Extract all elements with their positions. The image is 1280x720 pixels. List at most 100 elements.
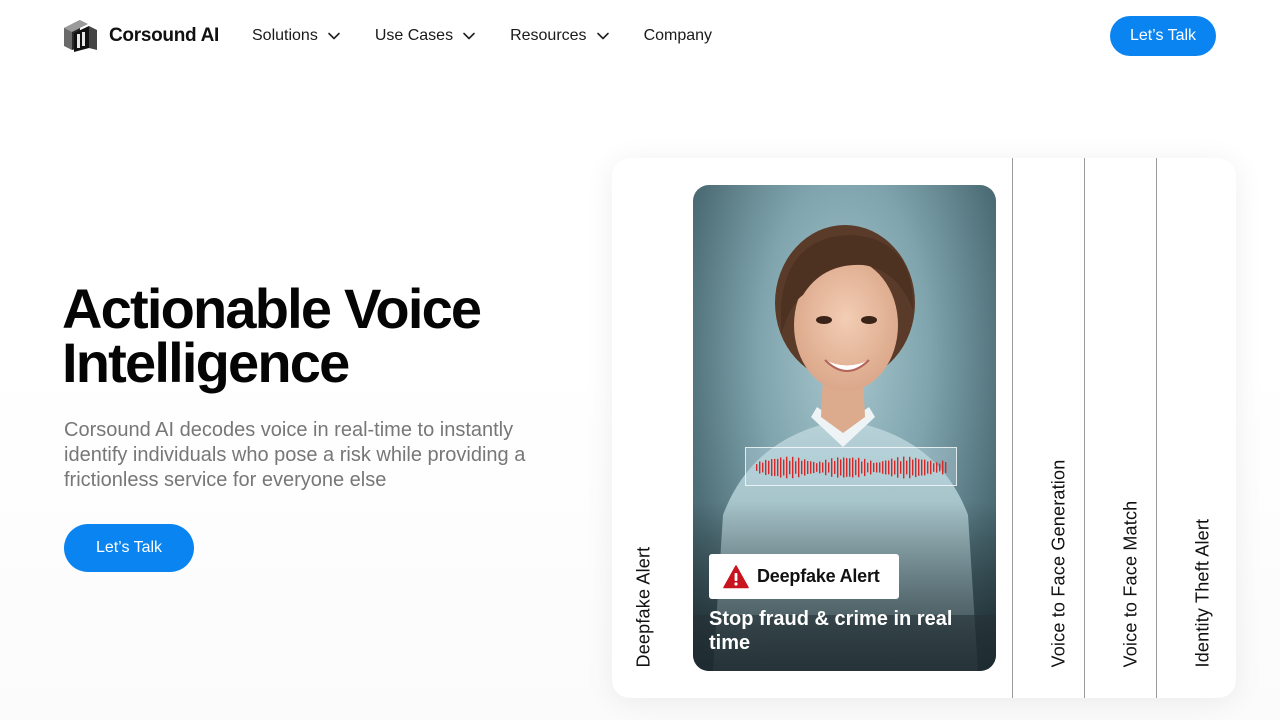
waveform-bar <box>840 459 842 476</box>
waveform-bar <box>906 460 908 475</box>
waveform-bar <box>825 459 827 476</box>
waveform-bar <box>921 459 923 476</box>
waveform-bar <box>756 464 758 471</box>
waveform-bar <box>846 458 848 477</box>
brand-logo[interactable]: Corsound AI <box>64 20 219 52</box>
deepfake-alert-badge: Deepfake Alert <box>709 554 899 599</box>
waveform-bar <box>768 460 770 475</box>
nav-label: Use Cases <box>374 27 454 44</box>
chevron-down-icon <box>463 32 475 40</box>
main-nav: Solutions Use Cases Resources Company <box>252 24 745 48</box>
tab-voice-to-face-generation[interactable]: Voice to Face Generation <box>1012 158 1084 698</box>
waveform-bar <box>780 457 782 478</box>
nav-item-company[interactable]: Company <box>644 27 712 45</box>
waveform-bar <box>900 461 902 474</box>
waveform-bar <box>807 461 809 474</box>
lets-talk-hero-button[interactable]: Let’s Talk <box>64 524 194 572</box>
tab-label: Deepfake Alert <box>633 546 654 668</box>
brand-name: Corsound AI <box>109 25 219 46</box>
waveform-bar <box>864 458 866 477</box>
tab-label: Voice to Face Match <box>1120 500 1140 668</box>
waveform-bar <box>792 456 794 479</box>
waveform-bar <box>936 462 938 473</box>
waveform-bar <box>915 457 917 478</box>
waveform-bar <box>882 461 884 474</box>
waveform-bar <box>786 456 788 479</box>
chevron-down-icon <box>328 32 340 40</box>
waveform-bar <box>867 462 869 473</box>
waveform-bar <box>885 460 887 475</box>
waveform-bar <box>897 457 899 478</box>
waveform-bar <box>822 462 824 473</box>
waveform-bar <box>762 462 764 473</box>
warning-triangle-icon <box>723 564 749 588</box>
waveform-bar <box>852 457 854 478</box>
alert-badge-label: Deepfake Alert <box>757 566 880 586</box>
site-header: Corsound AI Solutions Use Cases Resource… <box>0 0 1280 72</box>
tab-deepfake-alert[interactable]: Deepfake Alert <box>612 158 684 698</box>
waveform-bar <box>849 458 851 477</box>
waveform-icon <box>756 456 947 479</box>
hero-title: Actionable Voice Intelligence <box>62 281 582 391</box>
waveform-bar <box>939 463 941 472</box>
waveform-bar <box>765 459 767 476</box>
waveform-bar <box>843 457 845 478</box>
waveform-bar <box>933 463 935 472</box>
waveform-bar <box>777 458 779 477</box>
nav-label: Resources <box>510 27 587 44</box>
tab-label: Voice to Face Generation <box>1048 459 1068 668</box>
tab-voice-to-face-match[interactable]: Voice to Face Match <box>1084 158 1156 698</box>
waveform-bar <box>801 460 803 475</box>
waveform-bar <box>912 459 914 476</box>
voice-waveform <box>745 447 957 486</box>
tab-label: Identity Theft Alert <box>1192 518 1212 668</box>
waveform-bar <box>924 459 926 476</box>
waveform-bar <box>945 462 947 473</box>
waveform-bar <box>858 457 860 478</box>
waveform-bar <box>810 461 812 474</box>
waveform-bar <box>771 459 773 476</box>
waveform-bar <box>789 460 791 475</box>
waveform-bar <box>888 460 890 475</box>
waveform-bar <box>819 461 821 474</box>
waveform-bar <box>831 458 833 477</box>
corsound-logo-icon <box>64 20 97 52</box>
nav-item-use-cases[interactable]: Use Cases <box>375 27 477 45</box>
waveform-bar <box>813 461 815 474</box>
waveform-bar <box>891 458 893 477</box>
hero-subtitle: Corsound AI decodes voice in real-time t… <box>64 419 526 491</box>
waveform-bar <box>927 461 929 474</box>
waveform-bar <box>873 462 875 473</box>
tab-identity-theft-alert[interactable]: Identity Theft Alert <box>1156 158 1228 698</box>
deepfake-alert-card: Deepfake Alert Stop fraud & crime in rea… <box>693 185 996 671</box>
waveform-bar <box>930 460 932 475</box>
waveform-bar <box>759 461 761 474</box>
nav-label: Solutions <box>252 27 318 44</box>
waveform-bar <box>828 462 830 473</box>
waveform-bar <box>783 459 785 476</box>
nav-item-resources[interactable]: Resources <box>510 27 610 45</box>
feature-tabs-panel: Deepfake Alert Deepfake Alert Stop fraud… <box>612 158 1236 698</box>
waveform-bar <box>903 456 905 479</box>
lets-talk-header-button[interactable]: Let’s Talk <box>1110 16 1216 56</box>
card-caption: Stop fraud & crime in real time <box>709 608 953 654</box>
waveform-bar <box>837 457 839 478</box>
waveform-bar <box>861 461 863 474</box>
waveform-bar <box>816 463 818 472</box>
waveform-bar <box>855 459 857 476</box>
waveform-bar <box>795 461 797 474</box>
waveform-bar <box>876 462 878 473</box>
waveform-bar <box>774 458 776 477</box>
waveform-bar <box>909 456 911 479</box>
waveform-bar <box>894 460 896 475</box>
waveform-bar <box>918 459 920 476</box>
nav-label: Company <box>643 27 713 44</box>
hero-title-line-2: Intelligence <box>62 331 350 394</box>
waveform-bar <box>834 461 836 474</box>
nav-item-solutions[interactable]: Solutions <box>252 27 342 45</box>
waveform-bar <box>798 457 800 478</box>
waveform-bar <box>870 460 872 475</box>
waveform-bar <box>942 460 944 475</box>
chevron-down-icon <box>596 32 609 40</box>
waveform-bar <box>804 459 806 476</box>
